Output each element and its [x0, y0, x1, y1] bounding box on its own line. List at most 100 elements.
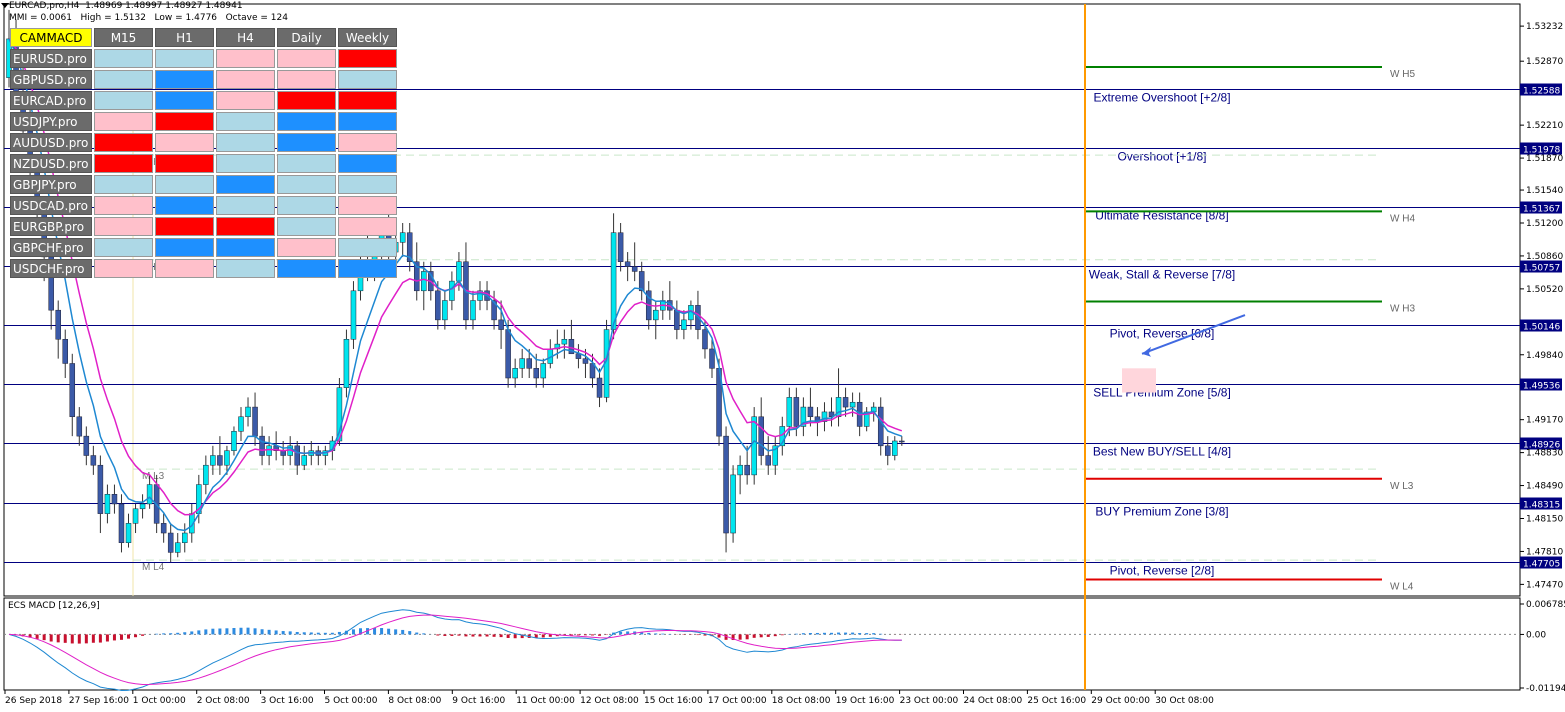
time-tick-label: 15 Oct 16:00	[644, 696, 703, 706]
timeframe-header-h4: H4	[216, 28, 275, 47]
signal-cell	[94, 112, 153, 131]
price-tick-label: 1.47810	[1526, 547, 1563, 557]
signal-cell	[338, 133, 397, 152]
symbol-label[interactable]: EURCAD.pro	[10, 91, 92, 110]
signal-cell	[94, 196, 153, 215]
signal-cell	[216, 91, 275, 110]
candle-body	[653, 309, 659, 321]
candle-body	[512, 368, 518, 379]
time-tick-label: 17 Oct 00:00	[708, 696, 767, 706]
dashboard-corner-label: CAMMACD	[10, 28, 92, 47]
signal-cell	[94, 259, 153, 278]
candle-body	[540, 363, 547, 379]
dashboard-row: GBPJPY.pro	[10, 175, 397, 194]
signal-cell	[338, 238, 397, 257]
weekly-level-label: W L4	[1390, 582, 1414, 593]
weekly-level-label: W L3	[1390, 481, 1414, 492]
dashboard-row: NZDUSD.pro	[10, 154, 397, 173]
dashboard-row: EURGBP.pro	[10, 217, 397, 236]
signal-cell	[155, 259, 214, 278]
price-tick-label: 1.49840	[1526, 351, 1563, 361]
candle-body	[238, 416, 244, 432]
candle-body	[182, 532, 188, 543]
symbol-label[interactable]: GBPUSD.pro	[10, 70, 92, 89]
signal-cell	[338, 91, 397, 110]
candle-body	[294, 445, 300, 466]
signal-cell	[94, 217, 153, 236]
dashboard-row: USDCAD.pro	[10, 196, 397, 215]
candle-body	[674, 309, 680, 330]
dashboard-row: EURUSD.pro	[10, 49, 397, 68]
signal-cell	[338, 175, 397, 194]
signal-cell	[155, 91, 214, 110]
candle-body	[456, 261, 462, 282]
symbol-label[interactable]: NZDUSD.pro	[10, 154, 92, 173]
signal-cell	[216, 196, 275, 215]
price-tick-label: 1.48490	[1526, 482, 1563, 492]
dashboard-header-row: CAMMACD M15 H1 H4 Daily Weekly	[10, 28, 397, 47]
chart-title: EURCAD,pro,H4 1.48969 1.48997 1.48927 1.…	[9, 1, 243, 11]
symbol-label[interactable]: USDCAD.pro	[10, 196, 92, 215]
dashboard-row: GBPCHF.pro	[10, 238, 397, 257]
candle-body	[526, 358, 532, 369]
signal-cell	[338, 70, 397, 89]
candle-body	[90, 455, 97, 466]
candle-body	[744, 464, 750, 476]
candle-body	[259, 435, 265, 456]
candle-body	[709, 348, 715, 369]
time-tick-label: 26 Sep 2018	[5, 696, 62, 706]
weekly-level-label: W H3	[1390, 303, 1415, 314]
symbol-label[interactable]: EURGBP.pro	[10, 217, 92, 236]
candle-body	[125, 523, 132, 543]
dashboard-row: EURCAD.pro	[10, 91, 397, 110]
signal-cell	[155, 49, 214, 68]
macd-tick-label: 0.006785	[1526, 600, 1565, 610]
signal-cell	[155, 238, 214, 257]
symbol-label[interactable]: GBPJPY.pro	[10, 175, 92, 194]
symbol-label[interactable]: USDJPY.pro	[10, 112, 92, 131]
price-tick-label: 1.47470	[1526, 580, 1563, 590]
signal-cell	[277, 217, 336, 236]
murrey-level-label: Extreme Overshoot [+2/8]	[1093, 91, 1230, 105]
candle-body	[470, 300, 476, 321]
murrey-level-label: Weak, Stall & Reverse [7/8]	[1089, 268, 1236, 282]
symbol-label[interactable]: AUDUSD.pro	[10, 133, 92, 152]
signal-cell	[155, 217, 214, 236]
signal-cell	[94, 238, 153, 257]
time-tick-label: 12 Oct 08:00	[580, 696, 639, 706]
candle-body	[97, 464, 104, 514]
time-tick-label: 8 Oct 08:00	[388, 696, 441, 706]
time-tick-label: 1 Oct 00:00	[133, 696, 186, 706]
signal-cell	[94, 70, 153, 89]
triangle-down-icon[interactable]	[1, 3, 9, 8]
candle-body	[83, 435, 90, 456]
time-tick-label: 29 Oct 00:00	[1091, 696, 1150, 706]
candle-body	[167, 532, 174, 553]
signal-cell	[216, 70, 275, 89]
candle-body	[533, 368, 539, 379]
murrey-price-label: 1.50757	[1523, 264, 1560, 274]
price-tick-label: 1.48830	[1526, 449, 1563, 459]
candle-body	[849, 401, 856, 408]
signal-cell	[94, 175, 153, 194]
signal-cell	[277, 49, 336, 68]
symbol-label[interactable]: GBPCHF.pro	[10, 238, 92, 257]
monthly-level-label: M L4	[142, 562, 165, 573]
symbol-label[interactable]: EURUSD.pro	[10, 49, 92, 68]
time-tick-label: 24 Oct 08:00	[964, 696, 1023, 706]
signal-cell	[94, 133, 153, 152]
time-tick-label: 3 Oct 16:00	[261, 696, 314, 706]
symbol-label[interactable]: USDCHF.pro	[10, 259, 92, 278]
candle-body	[104, 494, 111, 514]
timeframe-header-h1: H1	[155, 28, 214, 47]
murrey-level-label: Best New BUY/SELL [4/8]	[1093, 445, 1231, 459]
highlight-box	[1122, 368, 1156, 393]
signal-cell	[216, 154, 275, 173]
candle-body	[301, 455, 308, 466]
signal-cell	[155, 196, 214, 215]
candle-body	[892, 440, 898, 456]
candle-body	[681, 319, 687, 330]
murrey-level-label: Pivot, Reverse [2/8]	[1110, 564, 1215, 578]
candle-body	[55, 309, 61, 340]
candle-body	[758, 416, 764, 456]
